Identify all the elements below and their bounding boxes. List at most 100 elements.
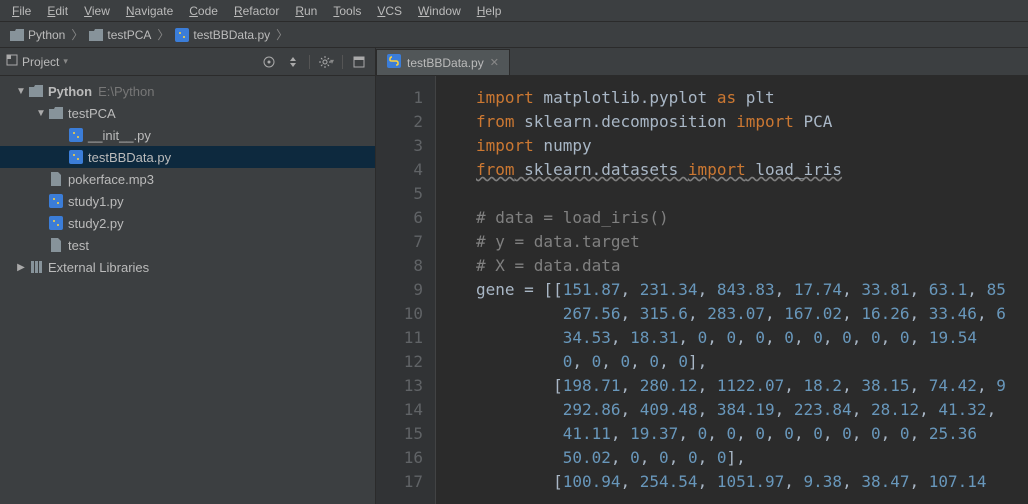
code-line[interactable]: 41.11, 19.37, 0, 0, 0, 0, 0, 0, 0, 0, 25… — [476, 422, 1028, 446]
code-line[interactable]: 0, 0, 0, 0, 0], — [476, 350, 1028, 374]
tree-item-study1-py[interactable]: study1.py — [0, 190, 375, 212]
autoscroll-icon[interactable] — [283, 52, 303, 72]
code-line[interactable]: gene = [[151.87, 231.34, 843.83, 17.74, … — [476, 278, 1028, 302]
tree-item-pokerface-mp3[interactable]: pokerface.mp3 — [0, 168, 375, 190]
code-line[interactable]: 267.56, 315.6, 283.07, 167.02, 16.26, 33… — [476, 302, 1028, 326]
folder-icon — [10, 29, 24, 41]
code-content[interactable]: import matplotlib.pyplot as pltfrom skle… — [436, 76, 1028, 504]
breadcrumb-label: testPCA — [107, 28, 151, 42]
line-number: 2 — [376, 110, 423, 134]
tree-item-testpca[interactable]: ▼ testPCA — [0, 102, 375, 124]
menu-view[interactable]: View — [76, 2, 118, 20]
line-number: 17 — [376, 470, 423, 494]
breadcrumb-python[interactable]: Python — [6, 26, 69, 44]
folder-icon — [89, 29, 103, 41]
menu-file[interactable]: File — [4, 2, 39, 20]
tree-item-python[interactable]: ▼ Python E:\Python — [0, 80, 375, 102]
dropdown-arrow-icon[interactable]: ▾ — [63, 56, 68, 67]
chevron-down-icon[interactable]: ▼ — [34, 108, 48, 119]
line-number: 5 — [376, 182, 423, 206]
tree-path: E:\Python — [98, 84, 154, 99]
breadcrumb-bar: Python〉testPCA〉testBBData.py〉 — [0, 22, 1028, 48]
line-number: 1 — [376, 86, 423, 110]
breadcrumb-label: testBBData.py — [193, 28, 270, 42]
code-line[interactable]: # X = data.data — [476, 254, 1028, 278]
code-line[interactable]: [100.94, 254.54, 1051.97, 9.38, 38.47, 1… — [476, 470, 1028, 494]
tree-label: test — [68, 238, 89, 253]
tree-label: Python — [48, 84, 92, 99]
menu-edit[interactable]: Edit — [39, 2, 76, 20]
line-number: 12 — [376, 350, 423, 374]
code-line[interactable]: 34.53, 18.31, 0, 0, 0, 0, 0, 0, 0, 0, 19… — [476, 326, 1028, 350]
chevron-down-icon[interactable]: ▼ — [14, 86, 28, 97]
project-header: Project ▾ ▾ — [0, 48, 375, 76]
menu-vcs[interactable]: VCS — [369, 2, 410, 20]
chevron-right-icon[interactable]: ▶ — [14, 262, 28, 273]
breadcrumb-testpca[interactable]: testPCA — [85, 26, 155, 44]
project-icon — [6, 54, 18, 69]
line-number: 16 — [376, 446, 423, 470]
project-title-group[interactable]: Project ▾ — [6, 54, 259, 69]
code-line[interactable]: from sklearn.datasets import load_iris — [476, 158, 1028, 182]
menu-help[interactable]: Help — [469, 2, 510, 20]
line-number: 6 — [376, 206, 423, 230]
code-line[interactable]: from sklearn.decomposition import PCA — [476, 110, 1028, 134]
collapse-icon[interactable] — [349, 52, 369, 72]
menu-run[interactable]: Run — [287, 2, 325, 20]
gear-icon[interactable]: ▾ — [316, 52, 336, 72]
menu-code[interactable]: Code — [181, 2, 226, 20]
folder-icon — [28, 85, 44, 97]
code-line[interactable]: # data = load_iris() — [476, 206, 1028, 230]
code-editor[interactable]: 1234567891011121314151617 import matplot… — [376, 76, 1028, 504]
breadcrumb-label: Python — [28, 28, 65, 42]
tree-label: testPCA — [68, 106, 116, 121]
tree-item-__init__-py[interactable]: __init__.py — [0, 124, 375, 146]
code-line[interactable]: import numpy — [476, 134, 1028, 158]
code-line[interactable]: 292.86, 409.48, 384.19, 223.84, 28.12, 4… — [476, 398, 1028, 422]
project-tree[interactable]: ▼PythonE:\Python▼testPCA__init__.pytestB… — [0, 76, 375, 504]
editor-tab-active[interactable]: testBBData.py ✕ — [376, 49, 510, 75]
tree-label: __init__.py — [88, 128, 151, 143]
tree-item-study2-py[interactable]: study2.py — [0, 212, 375, 234]
tree-label: External Libraries — [48, 260, 149, 275]
menu-tools[interactable]: Tools — [325, 2, 369, 20]
line-number: 13 — [376, 374, 423, 398]
toolbar-separator — [309, 55, 310, 69]
code-line[interactable] — [476, 182, 1028, 206]
menu-navigate[interactable]: Navigate — [118, 2, 181, 20]
tree-label: testBBData.py — [88, 150, 171, 165]
code-line[interactable]: import matplotlib.pyplot as plt — [476, 86, 1028, 110]
menu-window[interactable]: Window — [410, 2, 469, 20]
file-icon — [48, 172, 64, 186]
project-sidebar: Project ▾ ▾ — [0, 48, 376, 504]
pyfile-icon — [48, 216, 64, 230]
code-line[interactable]: 50.02, 0, 0, 0, 0], — [476, 446, 1028, 470]
line-number: 9 — [376, 278, 423, 302]
toolbar-separator-2 — [342, 55, 343, 69]
line-number: 10 — [376, 302, 423, 326]
lib-icon — [28, 260, 44, 274]
tree-item-testbbdata-py[interactable]: testBBData.py — [0, 146, 375, 168]
tree-label: study2.py — [68, 216, 124, 231]
tree-item-external-libraries[interactable]: ▶ External Libraries — [0, 256, 375, 278]
line-number: 11 — [376, 326, 423, 350]
line-number: 7 — [376, 230, 423, 254]
target-icon[interactable] — [259, 52, 279, 72]
line-number: 3 — [376, 134, 423, 158]
pyfile-icon — [387, 54, 401, 71]
editor-tab-label: testBBData.py — [407, 56, 484, 70]
pyfile-icon — [68, 128, 84, 142]
code-line[interactable]: # y = data.target — [476, 230, 1028, 254]
main-area: Project ▾ ▾ — [0, 48, 1028, 504]
breadcrumb-testbbdata-py[interactable]: testBBData.py — [171, 26, 274, 44]
code-line[interactable]: [198.71, 280.12, 1122.07, 18.2, 38.15, 7… — [476, 374, 1028, 398]
line-number: 14 — [376, 398, 423, 422]
close-icon[interactable]: ✕ — [490, 56, 499, 69]
folder-icon — [48, 107, 64, 119]
tree-item-test[interactable]: test — [0, 234, 375, 256]
menu-refactor[interactable]: Refactor — [226, 2, 287, 20]
menu-bar: FileEditViewNavigateCodeRefactorRunTools… — [0, 0, 1028, 22]
line-gutter: 1234567891011121314151617 — [376, 76, 436, 504]
tree-label: pokerface.mp3 — [68, 172, 154, 187]
file-icon — [48, 238, 64, 252]
